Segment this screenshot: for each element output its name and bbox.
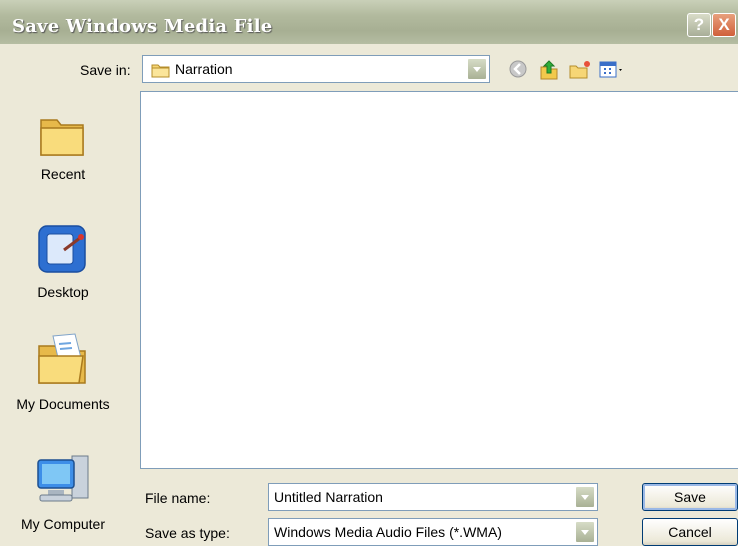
close-button[interactable]: X xyxy=(712,13,736,37)
file-name-value: Untitled Narration xyxy=(274,489,383,505)
desktop-icon xyxy=(38,225,86,273)
places-bar: Recent Desktop My Documents My Computer xyxy=(0,90,126,546)
place-recent[interactable]: Recent xyxy=(0,108,126,182)
file-name-field[interactable]: Untitled Narration xyxy=(268,483,598,511)
up-folder-icon[interactable] xyxy=(538,59,560,86)
my-computer-icon xyxy=(37,455,89,502)
save-button[interactable]: Save xyxy=(642,483,738,511)
place-label-my-computer: My Computer xyxy=(20,516,106,532)
save-dialog: Save Windows Media File ? X Save in: Nar… xyxy=(0,0,738,546)
save-in-label: Save in: xyxy=(80,62,131,78)
back-icon[interactable] xyxy=(508,59,528,84)
chevron-down-icon[interactable] xyxy=(467,58,487,80)
view-menu-icon[interactable] xyxy=(598,59,626,86)
title-bar[interactable]: Save Windows Media File ? X xyxy=(0,0,738,44)
place-desktop[interactable]: Desktop xyxy=(0,220,126,300)
place-my-documents[interactable]: My Documents xyxy=(0,330,126,412)
chevron-down-icon[interactable] xyxy=(575,486,595,508)
dialog-title: Save Windows Media File xyxy=(12,16,273,37)
cancel-button[interactable]: Cancel xyxy=(642,518,738,546)
chevron-down-icon[interactable] xyxy=(575,521,595,543)
place-label-my-documents: My Documents xyxy=(16,396,110,412)
save-in-value: Narration xyxy=(175,61,233,77)
help-button[interactable]: ? xyxy=(687,13,711,37)
file-name-label: File name: xyxy=(145,490,211,506)
file-list[interactable] xyxy=(140,91,738,469)
new-folder-icon[interactable] xyxy=(568,59,592,86)
folder-icon xyxy=(151,62,171,83)
place-label-desktop: Desktop xyxy=(37,284,89,300)
place-my-computer[interactable]: My Computer xyxy=(0,450,126,532)
recent-folder-icon xyxy=(40,119,84,156)
place-label-recent: Recent xyxy=(40,166,86,182)
my-documents-icon xyxy=(38,333,86,384)
save-as-type-label: Save as type: xyxy=(145,525,230,541)
save-as-type-dropdown[interactable]: Windows Media Audio Files (*.WMA) xyxy=(268,518,598,546)
save-in-dropdown[interactable]: Narration xyxy=(142,55,490,83)
save-as-type-value: Windows Media Audio Files (*.WMA) xyxy=(274,524,502,540)
